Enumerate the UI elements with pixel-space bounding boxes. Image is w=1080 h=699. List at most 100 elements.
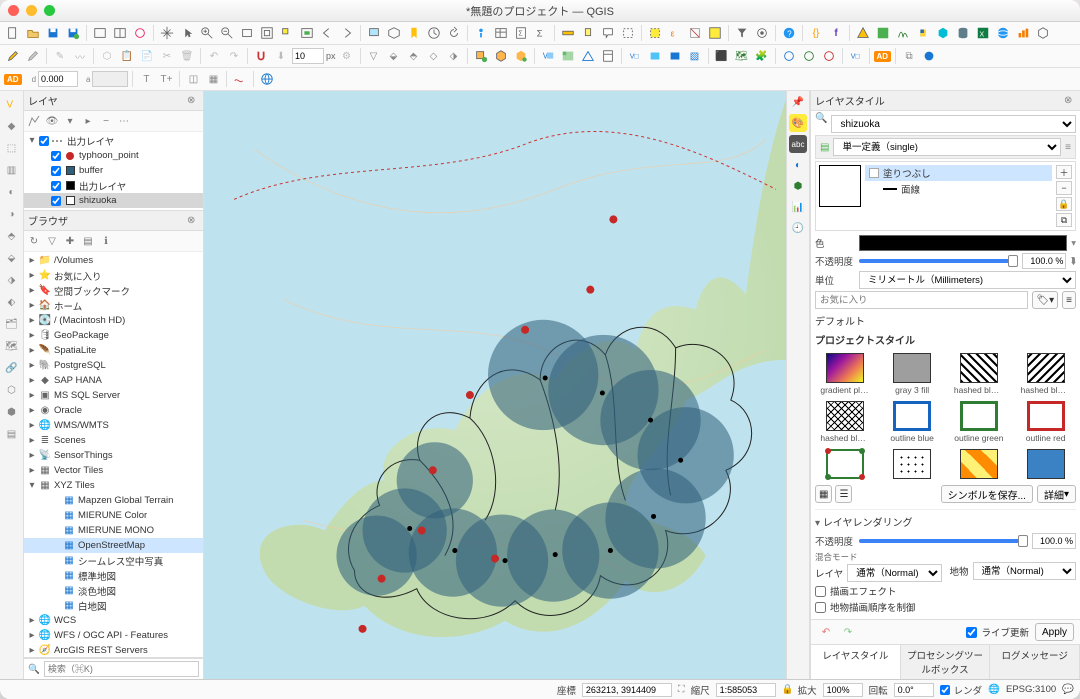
layer-item[interactable]: buffer — [24, 163, 203, 178]
add-line-button[interactable]: 〰 — [71, 47, 89, 65]
new-map-view-button[interactable] — [365, 24, 383, 42]
redo-style-button[interactable]: ↷ — [839, 623, 857, 641]
vo3-button[interactable]: ⬘ — [405, 47, 423, 65]
zoom-full-button[interactable] — [258, 24, 276, 42]
save-button[interactable] — [44, 24, 62, 42]
blend-layer-select[interactable]: 通常（Normal) — [847, 564, 941, 582]
ll-button[interactable] — [231, 70, 249, 88]
v14[interactable]: ⬡ — [3, 381, 21, 399]
style-swatch[interactable] — [949, 449, 1010, 481]
style-symbology-icon[interactable]: 🎨 — [789, 114, 807, 132]
plugin-chart[interactable] — [1014, 24, 1032, 42]
edit-pencil-button[interactable] — [4, 47, 22, 65]
advanced-button[interactable]: 詳細 ▾ — [1037, 485, 1076, 503]
new-bookmark-button[interactable] — [405, 24, 423, 42]
style-swatch[interactable]: gray 3 fill — [882, 353, 943, 395]
vo4-button[interactable]: ◇ — [425, 47, 443, 65]
toggle-editing-button[interactable] — [24, 47, 42, 65]
cut-button[interactable]: ✂ — [158, 47, 176, 65]
identify-button[interactable] — [472, 24, 490, 42]
vo5-button[interactable]: ⬗ — [445, 47, 463, 65]
undo-button[interactable]: ↶ — [205, 47, 223, 65]
symbol-layer-line[interactable]: 面線 — [865, 181, 1052, 197]
map-canvas[interactable] — [204, 91, 786, 679]
browser-item[interactable]: ▸▣MS SQL Server — [24, 388, 203, 403]
browser-child-item[interactable]: ▦Mapzen Global Terrain — [24, 493, 203, 508]
draw-effects-checkbox[interactable] — [815, 586, 826, 597]
browser-child-item[interactable]: ▦MIERUNE MONO — [24, 523, 203, 538]
w3-button[interactable] — [820, 47, 838, 65]
zoom-native-button[interactable] — [238, 24, 256, 42]
pan-selection-button[interactable] — [178, 24, 196, 42]
v8[interactable]: ⬙ — [3, 249, 21, 267]
globe-striped-icon[interactable] — [258, 70, 276, 88]
v6[interactable]: ◑ — [3, 205, 21, 223]
snap-config-button[interactable]: ⚙ — [338, 47, 356, 65]
select-all-button[interactable] — [706, 24, 724, 42]
plugin-cube[interactable] — [934, 24, 952, 42]
vo2-button[interactable]: ⬙ — [385, 47, 403, 65]
decoration-button[interactable] — [619, 24, 637, 42]
browser-close-icon[interactable]: ⊗ — [187, 215, 199, 227]
add-feature-button[interactable]: ✎ — [51, 47, 69, 65]
style-manager-button[interactable] — [131, 24, 149, 42]
render-checkbox[interactable] — [940, 685, 950, 695]
extents-icon[interactable]: ⛶ — [678, 684, 685, 695]
browser-item[interactable]: ▸🏠ホーム — [24, 298, 203, 313]
snap-tolerance-input[interactable] — [292, 48, 324, 64]
zoom-layer-button[interactable] — [298, 24, 316, 42]
vg2-button[interactable] — [646, 47, 664, 65]
style-swatch[interactable]: hashed black X — [815, 401, 876, 443]
opacity-input[interactable] — [1022, 253, 1066, 269]
browser-item[interactable]: ▸🌐WMS/WMTS — [24, 418, 203, 433]
refresh-button[interactable] — [445, 24, 463, 42]
browser-item[interactable]: ▸🌐WFS / OGC API - Features — [24, 628, 203, 643]
v9[interactable]: ⬗ — [3, 271, 21, 289]
v5[interactable]: ◐ — [3, 183, 21, 201]
browser-item[interactable]: ▸📁/Volumes — [24, 253, 203, 268]
layer-item[interactable]: ▾出力レイヤ — [24, 133, 203, 148]
stats-button[interactable]: Σ — [532, 24, 550, 42]
style-mask-icon[interactable]: ◐ — [789, 156, 807, 174]
blend-feature-select[interactable]: 通常（Normal) — [973, 562, 1076, 580]
field-calc-button[interactable]: Σ — [512, 24, 530, 42]
browser-child-item[interactable]: ▦MIERUNE Color — [24, 508, 203, 523]
layers-close-icon[interactable]: ⊗ — [187, 95, 199, 107]
toolbox-button[interactable] — [753, 24, 771, 42]
list-view-button[interactable]: ☰ — [835, 485, 852, 503]
addlayer-csv-button[interactable] — [599, 47, 617, 65]
w1-button[interactable] — [780, 47, 798, 65]
style-swatch[interactable]: hashed black / — [949, 353, 1010, 395]
vg5-button[interactable]: V□ — [847, 47, 865, 65]
render-opacity-input[interactable] — [1032, 533, 1076, 549]
dist-input[interactable] — [38, 71, 78, 87]
snap-opts-button[interactable]: ⬇ — [272, 47, 290, 65]
v10[interactable]: ⬖ — [3, 293, 21, 311]
symbol-lock-button[interactable]: 🔒 — [1056, 197, 1072, 211]
style-swatch[interactable]: outline green — [949, 401, 1010, 443]
lock-icon[interactable]: 🔒 — [782, 684, 792, 695]
paste-button[interactable]: 📄 — [138, 47, 156, 65]
apply-button[interactable]: Apply — [1035, 623, 1074, 641]
locator-input[interactable] — [44, 661, 199, 677]
layout-manager-button[interactable] — [111, 24, 129, 42]
layer-item[interactable]: 出力レイヤ — [24, 178, 203, 193]
zoom-next-button[interactable] — [338, 24, 356, 42]
browser-add-button[interactable]: ✚ — [62, 233, 78, 249]
layers-tree[interactable]: ▾出力レイヤtyphoon_pointbuffer出力レイヤshizuoka▾▦… — [24, 132, 203, 210]
paste-style-button[interactable] — [920, 47, 938, 65]
magnifier-input[interactable] — [823, 683, 863, 697]
layer-styling-button[interactable] — [26, 113, 42, 129]
attribute-table-button[interactable] — [492, 24, 510, 42]
browser-child-item[interactable]: ▦標準地図 — [24, 568, 203, 583]
zoom-in-button[interactable] — [198, 24, 216, 42]
style-labels-icon[interactable]: abc — [789, 135, 807, 153]
vg1-button[interactable]: V□ — [626, 47, 644, 65]
fi-button[interactable]: f — [827, 24, 845, 42]
new-project-button[interactable] — [4, 24, 22, 42]
vg4-button[interactable]: ▧ — [686, 47, 704, 65]
color-dropdown-icon[interactable]: ▾ — [1071, 238, 1076, 249]
w2-button[interactable] — [800, 47, 818, 65]
plugin-python[interactable] — [914, 24, 932, 42]
renderer-select[interactable]: 単一定義（single) — [833, 138, 1061, 156]
